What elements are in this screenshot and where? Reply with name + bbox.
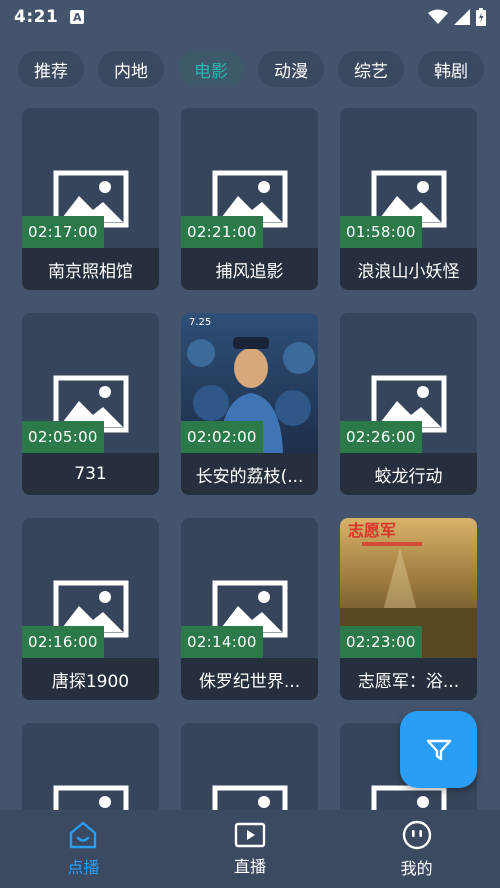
svg-text:志愿军: 志愿军 <box>348 521 396 540</box>
bottom-nav: 点播 直播 我的 <box>0 810 500 888</box>
battery-icon <box>476 8 486 26</box>
vod-home-icon <box>70 821 97 849</box>
duration-badge: 02:21:00 <box>181 216 263 248</box>
nav-label-vod: 点播 <box>67 858 100 877</box>
video-title: 南京照相馆 <box>22 248 159 290</box>
tab-korean-drama[interactable]: 韩剧 <box>418 51 484 87</box>
duration-badge: 02:23:00 <box>340 626 422 658</box>
status-bar: 4:21 A <box>0 0 500 34</box>
video-card[interactable]: 02:16:00 唐探1900 <box>22 518 159 700</box>
duration-badge: 02:02:00 <box>181 421 263 453</box>
nav-label-profile: 我的 <box>400 859 433 878</box>
tab-variety[interactable]: 综艺 <box>338 51 404 87</box>
duration-badge: 02:05:00 <box>22 421 104 453</box>
svg-text:7.25: 7.25 <box>189 317 211 328</box>
video-card[interactable] <box>181 723 318 810</box>
video-title: 浪浪山小妖怪 <box>340 248 477 290</box>
status-indicators <box>428 8 486 26</box>
duration-badge: 02:17:00 <box>22 216 104 248</box>
tab-movies[interactable]: 电影 <box>178 51 244 87</box>
filter-button[interactable] <box>400 711 477 788</box>
nav-label-live: 直播 <box>234 857 267 876</box>
tab-anime[interactable]: 动漫 <box>258 51 324 87</box>
live-play-icon <box>234 822 266 848</box>
app-notification-icon: A <box>70 10 85 24</box>
tab-recommend[interactable]: 推荐 <box>18 51 84 87</box>
signal-icon <box>454 9 470 25</box>
nav-item-live[interactable]: 直播 <box>167 810 334 888</box>
image-placeholder-icon <box>371 785 447 810</box>
video-card[interactable]: 02:26:00 蛟龙行动 <box>340 313 477 495</box>
video-title: 侏罗纪世界... <box>181 658 318 700</box>
duration-badge: 02:26:00 <box>340 421 422 453</box>
status-time: 4:21 <box>14 7 59 27</box>
image-placeholder-icon <box>53 785 129 810</box>
video-card[interactable]: 02:14:00 侏罗纪世界... <box>181 518 318 700</box>
video-card[interactable] <box>22 723 159 810</box>
video-card[interactable]: 志愿军 02:23:00 志愿军：浴... <box>340 518 477 700</box>
category-tabs: 推荐 内地 电影 动漫 综艺 韩剧 <box>18 51 490 87</box>
video-title: 志愿军：浴... <box>340 658 477 700</box>
duration-badge: 02:14:00 <box>181 626 263 658</box>
filter-icon <box>426 739 451 760</box>
video-title: 唐探1900 <box>22 658 159 700</box>
video-grid: 02:17:00 南京照相馆 02:21:00 捕风追影 01:58:00 浪浪山小妖怪 0… <box>22 108 478 810</box>
video-title: 731 <box>22 453 159 495</box>
video-card[interactable]: 02:21:00 捕风追影 <box>181 108 318 290</box>
video-card[interactable]: 02:17:00 南京照相馆 <box>22 108 159 290</box>
video-title: 捕风追影 <box>181 248 318 290</box>
duration-badge: 02:16:00 <box>22 626 104 658</box>
image-placeholder-icon <box>212 785 288 810</box>
video-title: 蛟龙行动 <box>340 453 477 495</box>
video-card[interactable]: 02:05:00 731 <box>22 313 159 495</box>
wifi-icon <box>428 9 448 24</box>
video-card[interactable]: 01:58:00 浪浪山小妖怪 <box>340 108 477 290</box>
tab-mainland[interactable]: 内地 <box>98 51 164 87</box>
video-title: 长安的荔枝(... <box>181 453 318 495</box>
profile-face-icon <box>402 820 431 850</box>
duration-badge: 01:58:00 <box>340 216 422 248</box>
video-card[interactable]: 7.25 02:02:00 长安的荔枝(... <box>181 313 318 495</box>
nav-item-profile[interactable]: 我的 <box>333 810 500 888</box>
nav-item-vod[interactable]: 点播 <box>0 810 167 888</box>
